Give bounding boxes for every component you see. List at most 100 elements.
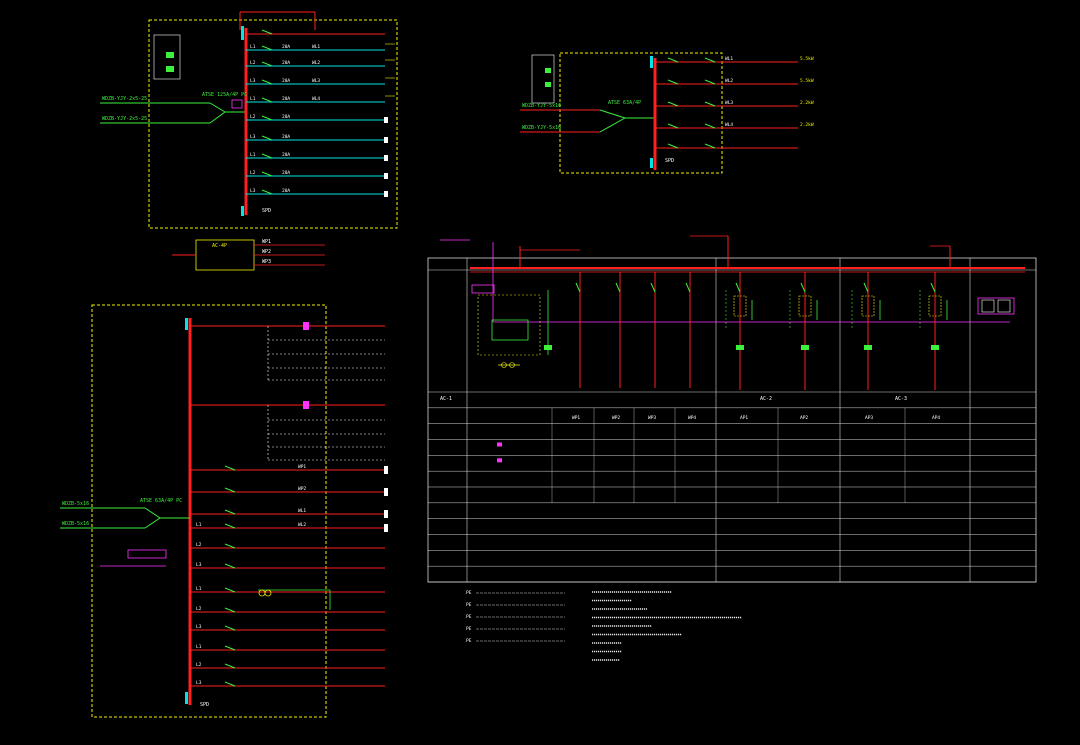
legend-item-label: PE — [466, 614, 472, 620]
bl-terminal-mark — [384, 466, 388, 474]
panel-mid-box — [172, 239, 325, 271]
table-cell-mark — [497, 458, 502, 463]
bl-circuit-label: L3 — [196, 680, 202, 686]
tl-breaker-icon — [261, 45, 273, 51]
tr-breaker-icon — [704, 79, 716, 85]
tr-breaker-icon — [667, 57, 679, 63]
table-coil-mark — [801, 345, 809, 350]
legend-item-label: PE — [466, 638, 472, 644]
bl-circuit-label: L2 — [196, 542, 202, 548]
tl-feeder-label: WL2 — [312, 60, 320, 66]
bl-circuit-label: L3 — [196, 562, 202, 568]
tl-circuit-label: L2 — [250, 114, 256, 120]
tr-breaker-icon — [667, 123, 679, 129]
bl-breaker-icon — [224, 465, 236, 471]
bl-breaker-icon — [224, 487, 236, 493]
tl-breaker-icon — [261, 153, 273, 159]
tl-breaker-label: 20A — [282, 114, 290, 120]
bl-terminal-mark — [384, 488, 388, 496]
table-breaker-icon — [615, 282, 621, 293]
bl-breaker-icon — [224, 587, 236, 593]
notes-area: PE PE PE PE PE — [466, 590, 742, 661]
tl-breaker-icon — [261, 29, 273, 35]
tl-breaker-icon — [261, 97, 273, 103]
table-column-header: AP2 — [800, 415, 808, 421]
tr-breaker-icon — [704, 101, 716, 107]
table-coil-mark — [544, 345, 552, 350]
tl-breaker-icon — [261, 135, 273, 141]
bl-incoming-2-label: WDZB-5x16 — [62, 521, 89, 527]
tr-breaker-icon — [667, 143, 679, 149]
table-column-header: WP4 — [688, 415, 696, 421]
tl-feeder-label: WL1 — [312, 44, 320, 50]
table-column-header: WP2 — [612, 415, 620, 421]
bl-incoming-1-label: WDZB-5x16 — [62, 501, 89, 507]
tr-breaker-icon — [704, 57, 716, 63]
tl-breaker-icon — [261, 171, 273, 177]
bl-circuit-label: L1 — [196, 586, 202, 592]
tl-terminal-mark — [384, 137, 388, 143]
mid-box-row-1: WP1 — [262, 239, 271, 245]
table-cell-mark — [497, 442, 502, 447]
legend-item-label: PE — [466, 590, 472, 596]
tl-feeder-label: WL4 — [312, 96, 320, 102]
bl-row-label: WL2 — [298, 522, 306, 528]
tr-ats-label: ATSE 63A/4P — [608, 100, 641, 106]
bl-spd-label: SPD — [200, 702, 209, 708]
bl-breaker-icon — [224, 607, 236, 613]
tl-breaker-icon — [261, 61, 273, 67]
table-section-1: AC-1 — [440, 396, 452, 402]
table-column-header: WP3 — [648, 415, 656, 421]
bl-circuit-label: L2 — [196, 606, 202, 612]
table-section-3: AC-3 — [895, 396, 907, 402]
tl-circuit-label: L2 — [250, 170, 256, 176]
bl-breaker-icon — [224, 625, 236, 631]
table-breaker-icon — [735, 282, 741, 293]
table-column-header: AP4 — [932, 415, 940, 421]
bl-row-label: WP1 — [298, 464, 306, 470]
mid-box-row-2: WP2 — [262, 249, 271, 255]
bl-terminal-mark — [384, 524, 388, 532]
mid-box-title: AC-4P — [212, 243, 227, 249]
table-coil-mark — [931, 345, 939, 350]
tl-terminal-mark — [384, 117, 388, 123]
tl-terminal-mark — [384, 155, 388, 161]
bl-breaker-icon — [224, 523, 236, 529]
table-coil-mark — [736, 345, 744, 350]
tl-breaker-icon — [261, 115, 273, 121]
bl-breaker-icon — [224, 681, 236, 687]
tr-load-label: 2.2kW — [800, 100, 814, 106]
table-coil-mark — [864, 345, 872, 350]
bl-circuit-label: L1 — [196, 644, 202, 650]
table-breaker-icon — [863, 282, 869, 293]
bl-ats-label: ATSE 63A/4P PC — [140, 498, 182, 504]
tr-feeder-label: WL2 — [725, 78, 733, 84]
tr-spd-label: SPD — [665, 158, 674, 164]
bl-terminal-mark — [384, 510, 388, 518]
tl-breaker-label: 20A — [282, 134, 290, 140]
bl-circuit-label: L2 — [196, 662, 202, 668]
tl-terminal-mark — [384, 173, 388, 179]
tl-ats-label: ATSE 125A/4P PC — [202, 92, 247, 98]
cad-drawing-canvas: L1 20A WL1 L2 20A WL2 L3 20A WL3 L1 20A WL4 L2 20A L3 2… — [60, 11, 1037, 718]
tr-incoming-2-label: WDZB-YJY-5x16 — [522, 125, 561, 131]
bl-circuit-label: L3 — [196, 624, 202, 630]
tl-breaker-label: 20A — [282, 44, 290, 50]
bl-breaker-icon — [224, 663, 236, 669]
tr-breaker-icon — [704, 123, 716, 129]
bl-circuit-label: L1 — [196, 522, 202, 528]
legend-item-label: PE — [466, 626, 472, 632]
tr-breaker-icon — [704, 143, 716, 149]
table-breaker-icon — [800, 282, 806, 293]
tr-load-label: 5.5kW — [800, 56, 814, 62]
table-breaker-icon — [685, 282, 691, 293]
tl-circuit-label: L2 — [250, 60, 256, 66]
table-breaker-icon — [930, 282, 936, 293]
tl-breaker-icon — [261, 79, 273, 85]
tl-circuit-label: L1 — [250, 44, 256, 50]
legend-item-label: PE — [466, 602, 472, 608]
tl-circuit-label: L3 — [250, 134, 256, 140]
tr-feeder-label: WL3 — [725, 100, 733, 106]
tl-feeder-label: WL3 — [312, 78, 320, 84]
table-breaker-icon — [650, 282, 656, 293]
